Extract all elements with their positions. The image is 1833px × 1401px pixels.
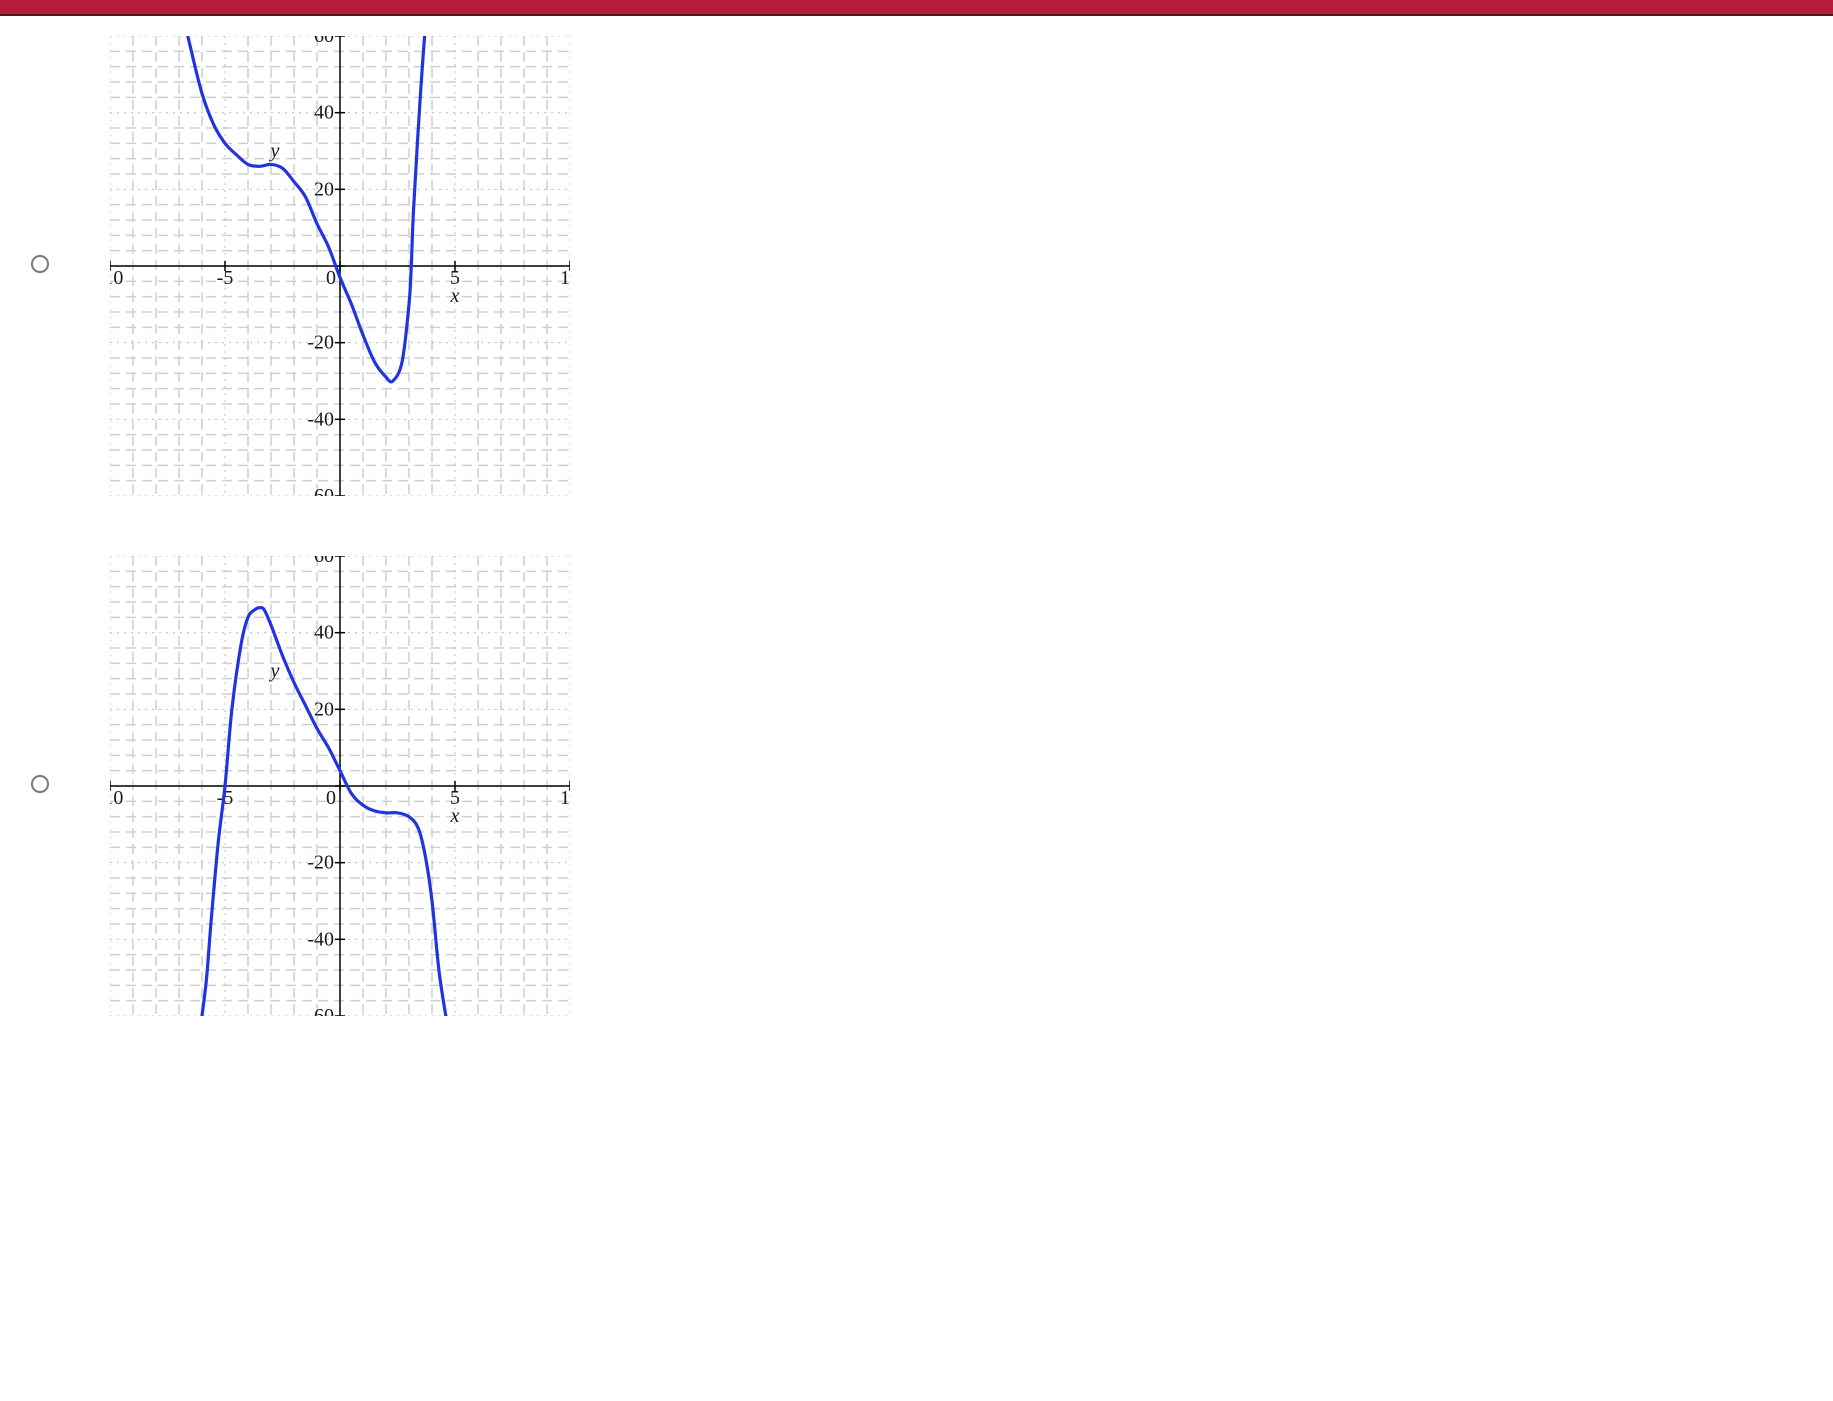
svg-text:20: 20 <box>314 698 334 720</box>
chart-b-svg: -10-50510-60-40-20204060xy <box>110 556 570 1016</box>
chart-a: -10-50510-60-40-20204060xy <box>110 36 570 496</box>
svg-text:-20: -20 <box>307 852 334 874</box>
svg-text:-40: -40 <box>307 928 334 950</box>
answer-radio-b[interactable] <box>31 775 49 793</box>
svg-text:40: 40 <box>314 622 334 644</box>
chart-a-svg: -10-50510-60-40-20204060xy <box>110 36 570 496</box>
svg-text:60: 60 <box>314 36 334 47</box>
svg-text:10: 10 <box>560 267 570 289</box>
svg-text:20: 20 <box>314 178 334 200</box>
svg-text:-60: -60 <box>307 485 334 496</box>
chart-b: -10-50510-60-40-20204060xy <box>110 556 570 1016</box>
svg-text:x: x <box>450 285 460 307</box>
question-body: -10-50510-60-40-20204060xy -10-50510-60-… <box>0 16 1833 1401</box>
svg-text:-5: -5 <box>217 267 234 289</box>
svg-text:-20: -20 <box>307 332 334 354</box>
svg-text:y: y <box>269 140 280 162</box>
svg-text:60: 60 <box>314 556 334 567</box>
answer-radio-a[interactable] <box>31 255 49 273</box>
svg-text:x: x <box>450 805 460 827</box>
page-header-bar <box>0 0 1833 16</box>
svg-text:y: y <box>269 660 280 682</box>
svg-text:40: 40 <box>314 102 334 124</box>
svg-text:0: 0 <box>326 787 336 809</box>
svg-text:10: 10 <box>560 787 570 809</box>
svg-text:-60: -60 <box>307 1005 334 1016</box>
svg-text:-40: -40 <box>307 408 334 430</box>
svg-text:0: 0 <box>326 267 336 289</box>
svg-text:-10: -10 <box>110 267 123 289</box>
svg-text:-10: -10 <box>110 787 123 809</box>
